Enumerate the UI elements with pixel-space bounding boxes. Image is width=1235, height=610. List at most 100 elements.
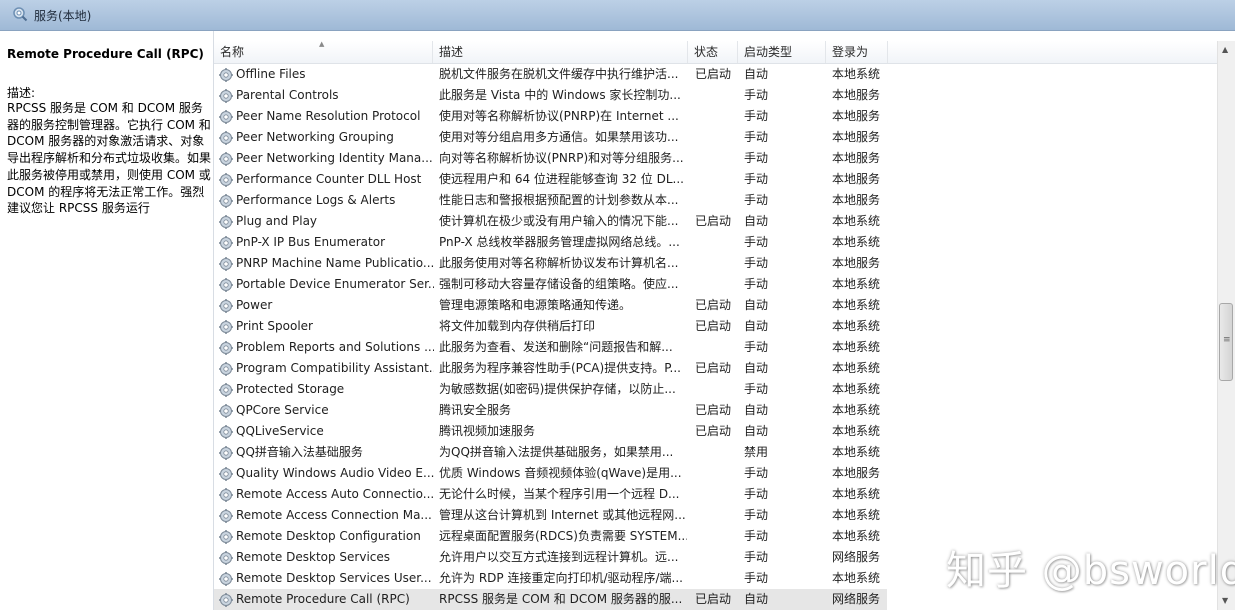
- table-row[interactable]: PNRP Machine Name Publicatio... 此服务使用对等名称…: [214, 253, 1217, 274]
- service-startup-type: 自动: [744, 319, 769, 333]
- service-startup-type: 自动: [744, 403, 769, 417]
- service-gear-icon: [218, 214, 234, 230]
- watermark: 知乎 @bsworld: [946, 548, 1235, 594]
- service-description-cell: 使远程用户和 64 位进程能够查询 32 位 DL...: [439, 172, 684, 186]
- service-gear-icon: [218, 298, 234, 314]
- service-name: QQ拼音输入法基础服务: [236, 445, 363, 459]
- service-gear-icon: [218, 67, 234, 83]
- service-name: Plug and Play: [236, 214, 318, 228]
- service-logon: 本地系统: [832, 67, 881, 81]
- table-row[interactable]: Parental Controls 此服务是 Vista 中的 Windows 家…: [214, 85, 1217, 106]
- service-status: 已启动: [695, 214, 732, 228]
- grip-icon: ≡: [1223, 335, 1231, 345]
- service-status: [695, 274, 739, 295]
- column-header-logon[interactable]: 登录为: [826, 41, 888, 63]
- service-name: Performance Counter DLL Host: [236, 172, 422, 186]
- service-logon: 本地服务: [832, 109, 881, 123]
- description-label: 描述:: [7, 86, 36, 100]
- service-name: QPCore Service: [236, 403, 329, 417]
- service-logon: 本地系统: [832, 508, 881, 522]
- table-row[interactable]: QQ拼音输入法基础服务 为QQ拼音输入法提供基础服务，如果禁用... 禁用 本地系统: [214, 442, 1217, 463]
- table-row[interactable]: Power 管理电源策略和电源策略通知传递。 已启动 自动 本地系统: [214, 295, 1217, 316]
- table-row[interactable]: PnP-X IP Bus Enumerator PnP-X 总线枚举器服务管理虚拟…: [214, 232, 1217, 253]
- service-startup-type: 手动: [744, 88, 769, 102]
- window-title-bar: 服务(本地): [0, 0, 1235, 31]
- service-logon: 本地服务: [832, 88, 881, 102]
- vertical-scrollbar[interactable]: ▲ ≡ ▼: [1217, 41, 1235, 610]
- table-row[interactable]: Print Spooler 将文件加载到内存供稍后打印 已启动 自动 本地系统: [214, 316, 1217, 337]
- service-logon: 网络服务: [832, 592, 881, 606]
- service-logon: 本地系统: [832, 529, 881, 543]
- table-row[interactable]: Portable Device Enumerator Ser... 强制可移动大容…: [214, 274, 1217, 295]
- list-header: ▲ 名称 描述 状态 启动类型 登录为: [214, 41, 1217, 64]
- column-header-name[interactable]: ▲ 名称: [214, 41, 433, 63]
- table-row[interactable]: Peer Name Resolution Protocol 使用对等名称解析协议(…: [214, 106, 1217, 127]
- table-row[interactable]: Remote Access Auto Connectio... 无论什么时候，当某…: [214, 484, 1217, 505]
- table-row[interactable]: Remote Access Connection Ma... 管理从这台计算机到 …: [214, 505, 1217, 526]
- service-name: Print Spooler: [236, 319, 313, 333]
- service-name: Protected Storage: [236, 382, 345, 396]
- service-name: Quality Windows Audio Video E...: [236, 466, 434, 480]
- service-startup-type: 自动: [744, 424, 769, 438]
- table-row[interactable]: Plug and Play 使计算机在极少或没有用户输入的情况下能... 已启动 自动…: [214, 211, 1217, 232]
- scroll-up-arrow-icon[interactable]: ▲: [1222, 45, 1228, 54]
- service-name: Remote Access Auto Connectio...: [236, 487, 434, 501]
- service-gear-icon: [218, 592, 234, 608]
- column-header-description[interactable]: 描述: [433, 41, 688, 63]
- service-gear-icon: [218, 571, 234, 587]
- scroll-down-arrow-icon[interactable]: ▼: [1222, 596, 1228, 605]
- service-startup-type: 自动: [744, 298, 769, 312]
- service-status: 已启动: [695, 592, 732, 606]
- service-status: [695, 106, 739, 127]
- service-logon: 本地服务: [832, 172, 881, 186]
- table-row[interactable]: Peer Networking Identity Mana... 向对等名称解析协…: [214, 148, 1217, 169]
- service-description-cell: 脱机文件服务在脱机文件缓存中执行维护活...: [439, 67, 679, 81]
- table-row[interactable]: Program Compatibility Assistant... 此服务为程序…: [214, 358, 1217, 379]
- service-description-cell: 向对等名称解析协议(PNRP)和对等分组服务...: [439, 151, 684, 165]
- service-name: Peer Name Resolution Protocol: [236, 109, 421, 123]
- table-row[interactable]: Performance Counter DLL Host 使远程用户和 64 位进…: [214, 169, 1217, 190]
- table-row[interactable]: Performance Logs & Alerts 性能日志和警报根据预配置的计划…: [214, 190, 1217, 211]
- service-name: Offline Files: [236, 67, 306, 81]
- service-status: 已启动: [695, 319, 732, 333]
- service-logon: 本地服务: [832, 151, 881, 165]
- service-name: Remote Desktop Services: [236, 550, 391, 564]
- service-gear-icon: [218, 529, 234, 545]
- table-row[interactable]: Quality Windows Audio Video E... 优质 Windo…: [214, 463, 1217, 484]
- service-gear-icon: [218, 130, 234, 146]
- service-startup-type: 手动: [744, 109, 769, 123]
- service-logon: 本地系统: [832, 487, 881, 501]
- column-header-startup-type[interactable]: 启动类型: [738, 41, 826, 63]
- services-list: ▲ 名称 描述 状态 启动类型 登录为 Offline Files 脱机文件服务在…: [214, 41, 1217, 610]
- service-name: PNRP Machine Name Publicatio...: [236, 256, 434, 270]
- service-logon: 本地系统: [832, 319, 881, 333]
- service-startup-type: 自动: [744, 67, 769, 81]
- service-status: [695, 169, 739, 190]
- service-gear-icon: [218, 382, 234, 398]
- service-description-cell: 使计算机在极少或没有用户输入的情况下能...: [439, 214, 679, 228]
- table-row[interactable]: Offline Files 脱机文件服务在脱机文件缓存中执行维护活... 已启动 自动…: [214, 64, 1217, 85]
- service-status: [695, 568, 739, 589]
- service-gear-icon: [218, 235, 234, 251]
- table-row[interactable]: Peer Networking Grouping 使用对等分组启用多方通信。如果禁…: [214, 127, 1217, 148]
- service-gear-icon: [218, 151, 234, 167]
- service-status: [695, 505, 739, 526]
- service-logon: 本地系统: [832, 235, 881, 249]
- table-row[interactable]: Problem Reports and Solutions ... 此服务为查看、…: [214, 337, 1217, 358]
- table-row[interactable]: QPCore Service 腾讯安全服务 已启动 自动 本地系统: [214, 400, 1217, 421]
- service-description-cell: 此服务使用对等名称解析协议发布计算机名...: [439, 256, 679, 270]
- scrollbar-thumb[interactable]: ≡: [1219, 303, 1233, 381]
- service-description-cell: 此服务为查看、发送和删除“问题报告和解...: [439, 340, 673, 354]
- service-status: 已启动: [695, 403, 732, 417]
- service-status: [695, 379, 739, 400]
- service-name: Remote Access Connection Ma...: [236, 508, 432, 522]
- table-row[interactable]: Protected Storage 为敏感数据(如密码)提供保护存储，以防止...…: [214, 379, 1217, 400]
- column-header-status[interactable]: 状态: [688, 41, 738, 63]
- service-gear-icon: [218, 361, 234, 377]
- service-name: Problem Reports and Solutions ...: [236, 340, 434, 354]
- table-row[interactable]: QQLiveService 腾讯视频加速服务 已启动 自动 本地系统: [214, 421, 1217, 442]
- service-startup-type: 自动: [744, 214, 769, 228]
- service-description-cell: 使用对等名称解析协议(PNRP)在 Internet ...: [439, 109, 679, 123]
- service-status: 已启动: [695, 67, 732, 81]
- service-name: Remote Desktop Services User...: [236, 571, 432, 585]
